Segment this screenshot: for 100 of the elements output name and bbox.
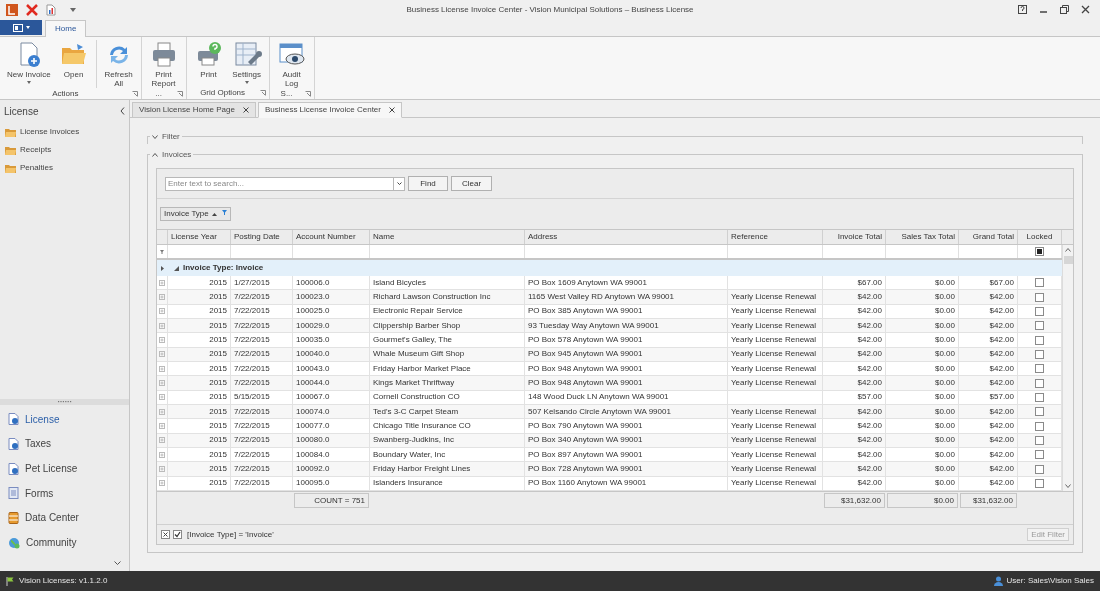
row-checkbox[interactable] [1035,421,1044,431]
chevron-down-icon[interactable] [114,561,121,565]
dialog-launcher-icon[interactable] [259,90,266,96]
row-checkbox[interactable] [1035,335,1044,345]
column-header[interactable]: Posting Date [231,230,293,244]
column-header[interactable]: Sales Tax Total [886,230,959,244]
row-checkbox[interactable] [1035,392,1044,402]
expand-icon[interactable] [159,279,165,286]
ribbon-button[interactable]: Audit Log [272,40,311,88]
filter-expression[interactable]: [Invoice Type] = 'Invoice' [187,528,274,541]
ribbon-button[interactable]: Refresh All [95,40,138,88]
table-row[interactable]: 2015 1/27/2015 100006.0 Island Bicycles PO Box 1609 Anytown WA 99001 $67.00 $0.00 $67.00 [157,276,1062,291]
ribbon-button[interactable]: Print Report [144,40,183,88]
table-row[interactable]: 2015 7/22/2015 100044.0 Kings Market Thriftway PO Box 948 Anytown WA 99001 Yearly License Renewal $42.00 $0.00 $42.00 [157,376,1062,391]
row-checkbox[interactable] [1035,364,1044,374]
application-menu-button[interactable] [0,20,42,35]
app-logo-icon[interactable] [6,3,18,16]
filter-icon[interactable] [221,209,227,215]
table-row[interactable]: 2015 7/22/2015 100029.0 Clippership Barber Shop 93 Tuesday Way Anytown WA 99001 Yearly License Renewal $42.00 $0.00 $42.00 [157,319,1062,334]
collapse-icon[interactable] [120,107,125,115]
column-header[interactable]: Grand Total [959,230,1018,244]
table-row[interactable]: 2015 7/22/2015 100077.0 Chicago Title Insurance CO PO Box 790 Anytown WA 99001 Yearly License Renewal $42.00 $0.00 $42.00 [157,419,1062,434]
sidebar-item[interactable]: License Invoices [5,126,124,138]
table-row[interactable]: 2015 7/22/2015 100043.0 Friday Harbor Market Place PO Box 948 Anytown WA 99001 Yearly License Renewal $42.00 $0.00 $42.00 [157,362,1062,377]
filter-checkbox[interactable] [1035,247,1044,256]
dialog-launcher-icon[interactable] [304,91,311,97]
row-checkbox[interactable] [1035,479,1044,488]
close-icon[interactable] [1081,5,1090,14]
table-row[interactable]: 2015 7/22/2015 100035.0 Gourmet's Galley, The PO Box 578 Anytown WA 99001 Yearly License Renewal $42.00 $0.00 $42.00 [157,333,1062,348]
navigation-group[interactable]: License [0,406,129,432]
row-checkbox[interactable] [1035,306,1044,316]
ribbon-button[interactable]: Print [189,40,228,79]
row-checkbox[interactable] [1035,278,1044,288]
vertical-scrollbar[interactable] [1062,245,1073,491]
row-checkbox[interactable] [1035,378,1044,388]
chevron-down-icon[interactable] [152,135,158,139]
row-checkbox[interactable] [1035,464,1044,474]
column-header[interactable]: Name [370,230,525,244]
clear-filter-icon[interactable] [161,530,170,539]
table-row[interactable]: 2015 7/22/2015 100023.0 Richard Lawson Construction Inc 1165 West Valley RD Anytown WA 99001 Yearly License Renewal $42.00 $0.00 $42.00 [157,290,1062,305]
row-checkbox[interactable] [1035,407,1044,417]
restore-icon[interactable] [1060,5,1069,14]
filter-checkbox[interactable] [173,530,182,539]
dropdown-arrow-icon[interactable] [70,7,76,12]
close-icon[interactable] [242,107,249,113]
expand-icon[interactable] [159,408,165,415]
document-tab[interactable]: Vision License Home Page [132,102,256,118]
ribbon-button[interactable]: New Invoice [3,40,55,84]
dropdown-button[interactable] [394,176,405,191]
group-by-chip[interactable]: Invoice Type [160,207,231,221]
expand-icon[interactable] [159,451,165,458]
row-checkbox[interactable] [1035,450,1044,460]
document-tab[interactable]: Business License Invoice Center [257,102,402,118]
table-row[interactable]: 2015 7/22/2015 100074.0 Ted's 3-C Carpet Steam 507 Kelsando Circle Anytown WA 99001 Yearly License Renewal $42.00 $0.00 $42.00 [157,405,1062,420]
column-header[interactable]: Address [525,230,728,244]
expand-icon[interactable] [159,308,165,315]
sidebar-item[interactable]: Penalties [5,162,124,174]
expand-icon[interactable] [159,423,165,430]
table-row[interactable]: 2015 7/22/2015 100092.0 Friday Harbor Freight Lines PO Box 728 Anytown WA 99001 Yearly License Renewal $42.00 $0.00 $42.00 [157,462,1062,477]
find-button[interactable]: Find [408,176,448,191]
expand-icon[interactable] [159,394,165,401]
dialog-launcher-icon[interactable] [131,91,138,97]
chevron-up-icon[interactable] [152,153,158,157]
dialog-launcher-icon[interactable] [176,91,183,97]
column-header[interactable]: License Year [168,230,231,244]
group-row[interactable]: Invoice Type: Invoice [157,260,1062,276]
expand-icon[interactable] [159,380,165,387]
navigation-group[interactable]: Forms [0,480,129,506]
column-header[interactable]: Account Number [293,230,370,244]
expand-icon[interactable] [159,337,165,344]
scrollbar-thumb[interactable] [1063,256,1073,264]
sidebar-item[interactable]: Receipts [5,144,124,156]
row-checkbox[interactable] [1035,292,1044,302]
row-checkbox[interactable] [1035,435,1044,445]
table-row[interactable]: 2015 7/22/2015 100084.0 Boundary Water, Inc PO Box 897 Anytown WA 99001 Yearly License Renewal $42.00 $0.00 $42.00 [157,448,1062,463]
expand-icon[interactable] [159,322,165,329]
ribbon-tab[interactable]: Home [45,20,87,37]
chart-icon[interactable] [46,3,56,16]
search-field[interactable]: Enter text to search... [165,176,394,191]
navigation-group[interactable]: Data Center [0,505,129,531]
expand-icon[interactable] [159,351,165,358]
row-checkbox[interactable] [1035,321,1044,331]
navigation-group[interactable]: Pet License [0,456,129,481]
help-icon[interactable] [1018,5,1027,14]
row-checkbox[interactable] [1035,349,1044,359]
column-header[interactable]: Invoice Total [823,230,886,244]
column-header[interactable]: Reference [728,230,823,244]
expand-icon[interactable] [159,437,165,444]
expand-icon[interactable] [159,466,165,473]
navigation-group[interactable]: Taxes [0,431,129,457]
splitter-grip-icon[interactable] [57,400,72,403]
ribbon-button[interactable]: Open [54,40,93,79]
expand-icon[interactable] [159,294,165,300]
ribbon-button[interactable]: Settings [227,40,266,84]
expand-icon[interactable] [159,365,165,372]
clear-button[interactable]: Clear [451,176,492,191]
close-icon[interactable] [389,107,395,113]
expand-icon[interactable] [159,480,165,487]
cross-icon[interactable] [26,3,38,16]
expanded-triangle-icon[interactable] [174,265,179,271]
